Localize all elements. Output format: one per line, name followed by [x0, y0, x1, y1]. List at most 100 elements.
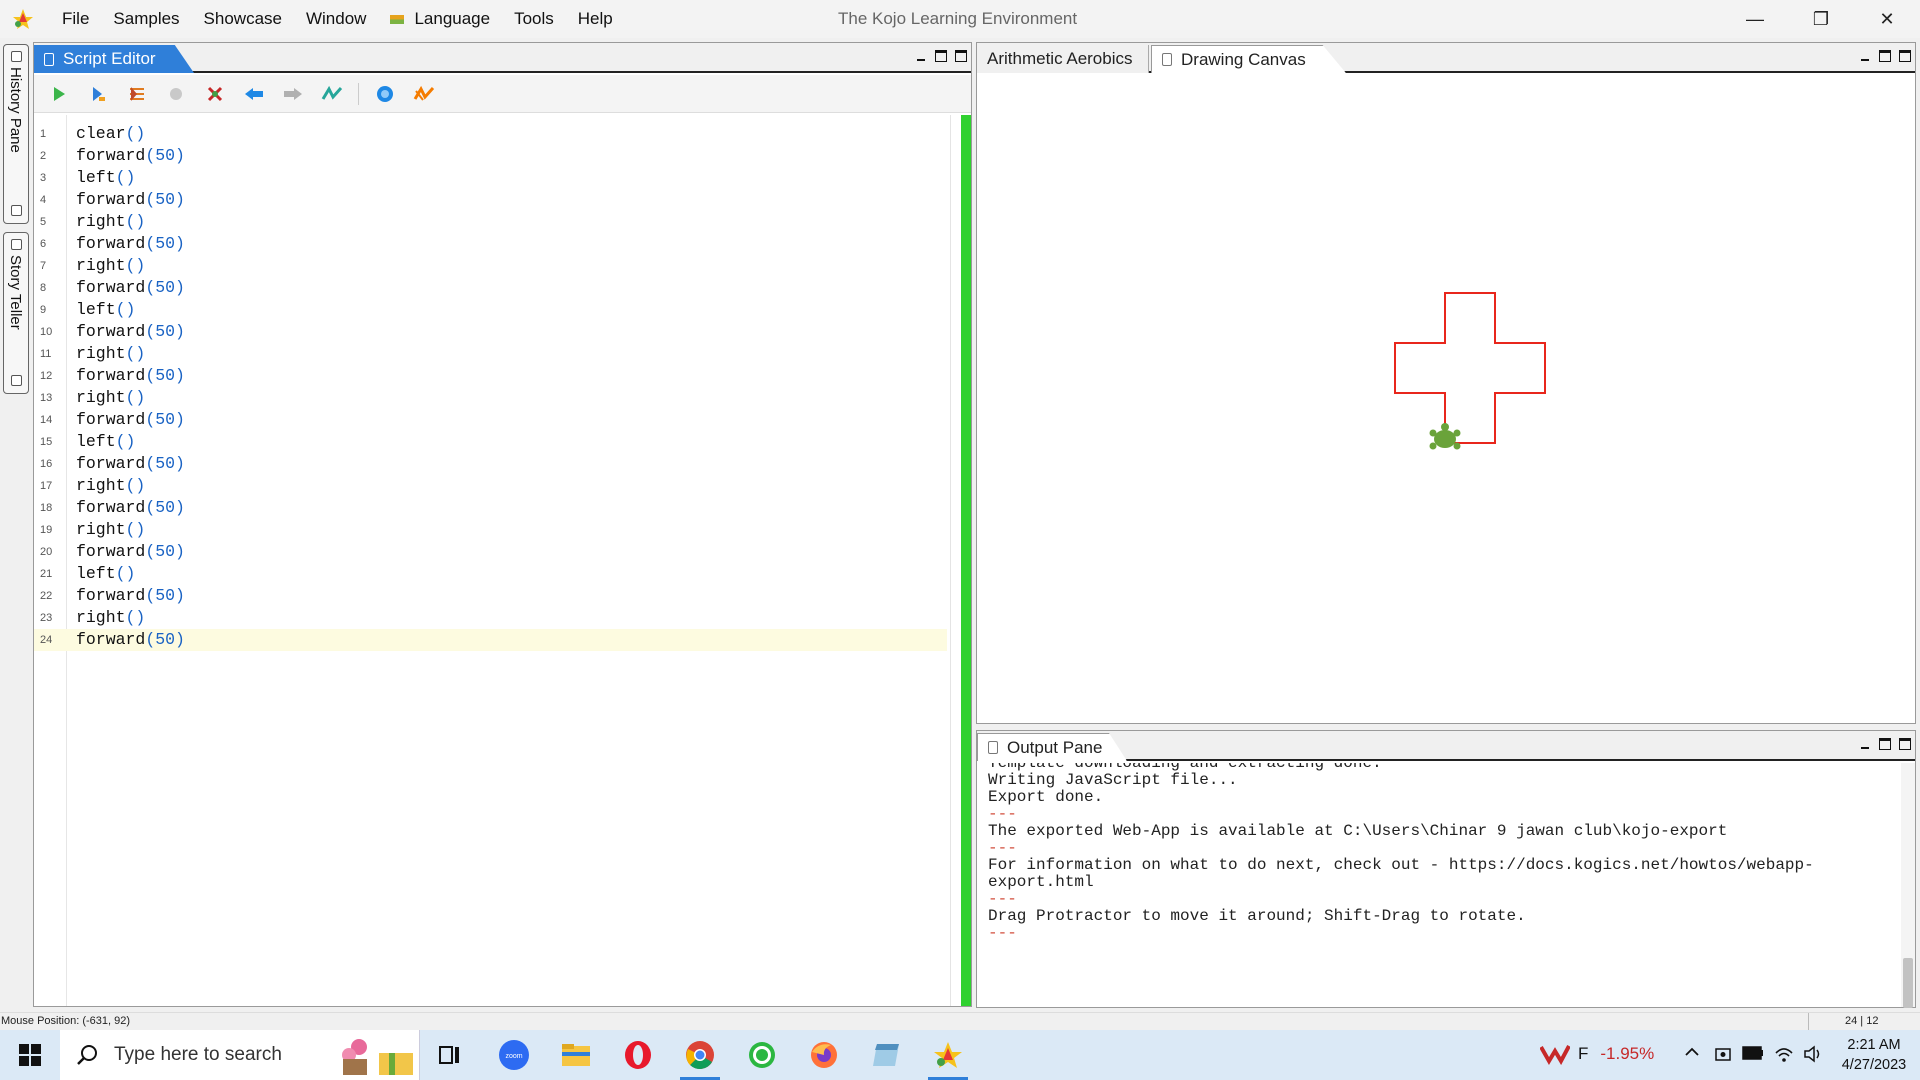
format-icon[interactable]	[319, 81, 345, 107]
code-editor[interactable]: 1 clear() 2 forward(50) 3 left() 4 forward(50) 5…	[34, 115, 959, 1006]
panel-minimize-icon[interactable]	[1859, 50, 1871, 62]
code-line[interactable]: 3 left()	[34, 167, 947, 189]
panel-float-icon[interactable]	[935, 50, 947, 62]
panel-maximize-icon[interactable]	[955, 50, 967, 62]
run-icon[interactable]	[46, 81, 72, 107]
clock[interactable]: 2:21 AM 4/27/2023	[1836, 1035, 1912, 1075]
menu-tools[interactable]: Tools	[502, 0, 566, 38]
menu-file[interactable]: File	[50, 0, 101, 38]
code-line[interactable]: 11 right()	[34, 343, 947, 365]
volume-icon[interactable]	[1803, 1045, 1823, 1066]
undo-icon[interactable]	[241, 81, 267, 107]
line-number: 4	[40, 194, 47, 206]
restore-button[interactable]: ❐	[1788, 0, 1854, 38]
close-button[interactable]: ✕	[1854, 0, 1920, 38]
search-placeholder: Type here to search	[114, 1044, 282, 1065]
menu-window[interactable]: Window	[294, 0, 378, 38]
zoom-app-icon[interactable]: zoom	[488, 1035, 540, 1075]
file-explorer-icon[interactable]	[550, 1035, 602, 1075]
code-function: right	[76, 388, 126, 407]
scrollbar-thumb[interactable]	[1903, 958, 1913, 1008]
line-number: 10	[40, 326, 53, 338]
opera-icon[interactable]	[612, 1035, 664, 1075]
kojo-taskbar-icon[interactable]	[922, 1035, 974, 1080]
code-line[interactable]: 8 forward(50)	[34, 277, 947, 299]
code-line[interactable]: 20 forward(50)	[34, 541, 947, 563]
redo-icon[interactable]	[280, 81, 306, 107]
code-line[interactable]: 24 forward(50)	[34, 629, 947, 651]
editor-toolbar	[34, 75, 971, 113]
whatsapp-icon[interactable]	[736, 1035, 788, 1075]
panel-minimize-icon[interactable]	[1859, 738, 1871, 750]
code-line[interactable]: 9 left()	[34, 299, 947, 321]
panel-float-icon[interactable]	[1879, 738, 1891, 750]
panel-float-icon[interactable]	[1879, 50, 1891, 62]
line-number: 9	[40, 304, 47, 316]
code-line[interactable]: 21 left()	[34, 563, 947, 585]
trace-icon[interactable]	[124, 81, 150, 107]
code-line[interactable]: 14 forward(50)	[34, 409, 947, 431]
menu-help[interactable]: Help	[566, 0, 625, 38]
wifi-icon[interactable]	[1774, 1045, 1794, 1066]
panel-maximize-icon[interactable]	[1899, 738, 1911, 750]
code-line[interactable]: 22 forward(50)	[34, 585, 947, 607]
restore-pane-icon[interactable]	[11, 205, 22, 216]
code-line[interactable]: 5 right()	[34, 211, 947, 233]
code-line[interactable]: 23 right()	[34, 607, 947, 629]
code-line[interactable]: 12 forward(50)	[34, 365, 947, 387]
svg-text:zoom: zoom	[505, 1053, 522, 1060]
code-line[interactable]: 13 right()	[34, 387, 947, 409]
history-pane-tab[interactable]: History Pane	[3, 44, 29, 224]
tab-drawing-canvas[interactable]: Drawing Canvas	[1151, 45, 1346, 73]
tab-script-editor[interactable]: Script Editor	[34, 45, 194, 73]
start-button[interactable]	[0, 1030, 60, 1080]
stock-widget[interactable]: F -1.95%	[1540, 1043, 1654, 1065]
panel-maximize-icon[interactable]	[1899, 50, 1911, 62]
tab-output-pane[interactable]: Output Pane	[977, 733, 1127, 761]
chevron-up-icon[interactable]	[1684, 1044, 1700, 1063]
taskbar-search[interactable]: Type here to search	[60, 1030, 420, 1080]
code-function: right	[76, 608, 126, 627]
code-line[interactable]: 19 right()	[34, 519, 947, 541]
task-view-icon[interactable]	[424, 1035, 476, 1075]
firefox-icon[interactable]	[798, 1035, 850, 1075]
code-line[interactable]: 15 left()	[34, 431, 947, 453]
code-line[interactable]: 2 forward(50)	[34, 145, 947, 167]
menu-samples[interactable]: Samples	[101, 0, 191, 38]
battery-icon[interactable]	[1742, 1046, 1764, 1063]
code-function: left	[76, 300, 116, 319]
code-line[interactable]: 18 forward(50)	[34, 497, 947, 519]
minimize-button[interactable]: —	[1722, 0, 1788, 38]
code-arguments: ()	[115, 168, 136, 187]
code-function: forward	[76, 146, 146, 165]
help-icon[interactable]	[372, 81, 398, 107]
clear-icon[interactable]	[202, 81, 228, 107]
code-line[interactable]: 16 forward(50)	[34, 453, 947, 475]
pane-icon	[11, 51, 22, 62]
restore-pane-icon[interactable]	[11, 375, 22, 386]
code-arguments: ()	[125, 344, 146, 363]
meet-now-icon[interactable]	[1714, 1045, 1732, 1066]
output-scrollbar[interactable]	[1901, 763, 1915, 1008]
menu-showcase[interactable]: Showcase	[192, 0, 294, 38]
stop-icon[interactable]	[163, 81, 189, 107]
panel-minimize-icon[interactable]	[915, 50, 927, 62]
code-line[interactable]: 1 clear()	[34, 123, 947, 145]
menu-language[interactable]: Language	[378, 0, 502, 38]
story-teller-tab[interactable]: Story Teller	[3, 232, 29, 394]
code-line[interactable]: 7 right()	[34, 255, 947, 277]
code-line[interactable]: 17 right()	[34, 475, 947, 497]
code-line[interactable]: 4 forward(50)	[34, 189, 947, 211]
drawing-canvas[interactable]	[977, 75, 1915, 723]
code-arguments: (50)	[145, 322, 185, 341]
code-line[interactable]: 6 forward(50)	[34, 233, 947, 255]
editor-margin-line	[950, 115, 951, 1006]
output-pane-label: Output Pane	[1007, 737, 1103, 757]
chrome-icon[interactable]	[674, 1035, 726, 1080]
output-text-area[interactable]: Template downloading and extracting done…	[977, 763, 1901, 1007]
run-worksheet-icon[interactable]	[85, 81, 111, 107]
code-line[interactable]: 10 forward(50)	[34, 321, 947, 343]
export-icon[interactable]	[411, 81, 437, 107]
tab-arithmetic-aerobics[interactable]: Arithmetic Aerobics	[977, 45, 1149, 73]
notepad-app-icon[interactable]	[860, 1035, 912, 1075]
